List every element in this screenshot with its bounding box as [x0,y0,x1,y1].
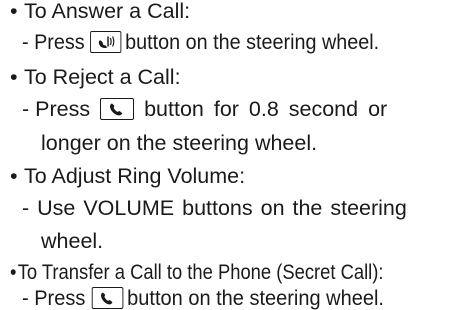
instruction-step-reject: - Press button for 0.8 second or [22,97,388,121]
heading-text: To Transfer a Call to the Phone (Secret … [17,260,384,284]
step-suffix: button for 0.8 second or [144,97,388,121]
heading-text: To Reject a Call: [24,65,181,89]
step-prefix: - Press [22,30,85,54]
bullet: • [10,65,18,89]
instruction-step-volume: - Use VOLUME buttons on the steering [22,196,407,220]
bullet: • [10,260,17,284]
heading-text: To Adjust Ring Volume: [24,164,246,188]
bullet: • [10,0,18,23]
voice-call-key [90,30,122,53]
step-text: longer on the steering wheel. [41,131,318,155]
instruction-step-answer: - Press button on the steering wheel. [22,30,410,54]
step-suffix: button on the steering wheel. [127,286,384,310]
step-prefix: - Press [22,97,91,121]
phone-key [91,286,124,309]
instruction-step-transfer: - Press button on the steering wheel. [22,286,411,310]
instruction-heading-transfer: •To Transfer a Call to the Phone (Secret… [10,260,447,284]
step-text: - Use VOLUME buttons on the steering [22,196,407,220]
heading-text: To Answer a Call: [24,0,191,23]
bullet: • [10,164,18,188]
phone-handset-icon [101,292,113,305]
phone-handset-icon [110,103,123,116]
instruction-heading-volume: • To Adjust Ring Volume: [10,164,246,188]
instruction-heading-reject: • To Reject a Call: [10,65,181,89]
voice-call-icon [98,36,115,48]
step-prefix: - Press [22,286,86,310]
instruction-step-reject-continued: longer on the steering wheel. [41,131,318,155]
instruction-heading-answer: • To Answer a Call: [10,0,191,23]
instruction-step-volume-continued: wheel. [41,229,104,253]
step-text: wheel. [41,229,104,253]
phone-key [100,97,135,120]
step-suffix: button on the steering wheel. [125,30,380,54]
instruction-document: • To Answer a Call: - Press button on the… [0,0,462,309]
